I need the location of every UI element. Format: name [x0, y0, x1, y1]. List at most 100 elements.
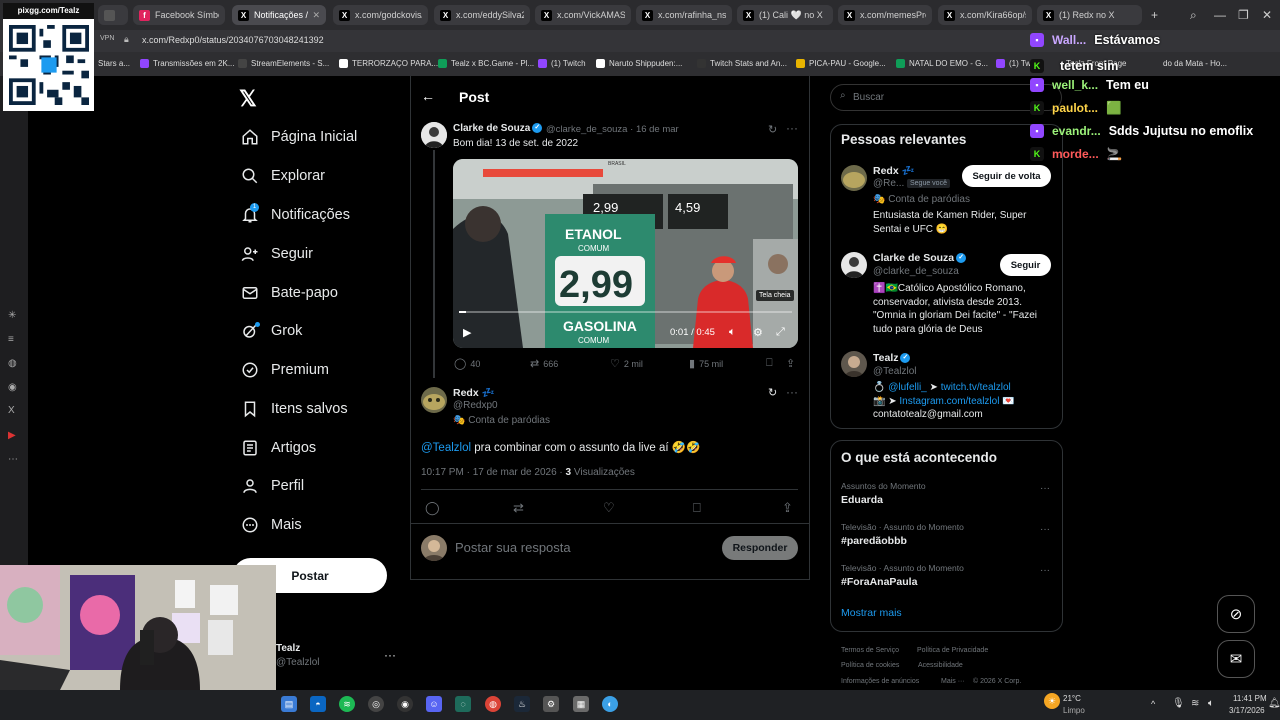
- trend-more-icon[interactable]: ···: [1040, 483, 1050, 494]
- video-progress-bar[interactable]: [459, 311, 792, 313]
- outlook-icon[interactable]: ◓: [310, 696, 326, 712]
- browser-tab[interactable]: Xx.com/rafinha_nsl/st: [636, 5, 732, 25]
- bookmark-item[interactable]: StreamElements - S...: [238, 59, 329, 68]
- twitch-link[interactable]: twitch.tv/tealzlol: [941, 382, 1011, 393]
- account-name[interactable]: Tealz: [276, 643, 300, 654]
- nav-articles[interactable]: Artigos: [240, 433, 316, 463]
- browser-tab[interactable]: Xx.com/eddySilva223: [434, 5, 530, 25]
- nav-follow[interactable]: Seguir: [240, 239, 313, 269]
- settings-gear-icon[interactable]: ⚙: [543, 696, 559, 712]
- bookmark-item[interactable]: Stars a...: [98, 59, 130, 68]
- obs-icon[interactable]: ◉: [397, 696, 413, 712]
- person-handle[interactable]: @Tealzlol: [873, 366, 917, 377]
- mention-link[interactable]: @lufelli_: [888, 382, 927, 393]
- bookmark-item[interactable]: NATAL DO EMO - G...: [896, 59, 988, 68]
- spotify-icon[interactable]: ≋: [339, 696, 355, 712]
- app-icon[interactable]: ◎: [368, 696, 384, 712]
- like-action[interactable]: ♡ 2 mil: [610, 357, 643, 370]
- person-handle[interactable]: @Re...: [873, 178, 904, 189]
- footer-link[interactable]: Acessibilidade: [918, 662, 963, 669]
- reply-input[interactable]: Postar sua resposta: [455, 540, 571, 555]
- avatar[interactable]: [421, 387, 447, 413]
- bookmark-item[interactable]: Transmissões em 2K...: [140, 59, 235, 68]
- trend-title[interactable]: #paredãobbb: [841, 535, 907, 547]
- volume-icon[interactable]: 🔈︎: [729, 326, 736, 339]
- nav-premium[interactable]: Premium: [240, 355, 329, 385]
- instagram-link[interactable]: Instagram.com/tealzlol: [899, 396, 999, 407]
- follow-button[interactable]: Seguir: [1000, 254, 1051, 276]
- nav-bookmarks[interactable]: Itens salvos: [240, 394, 348, 424]
- speaker-icon[interactable]: 🔈︎: [1208, 698, 1214, 709]
- ai-icon[interactable]: ✳: [8, 310, 16, 321]
- avatar[interactable]: [841, 165, 867, 191]
- account-handle[interactable]: @Tealzlol: [276, 657, 320, 668]
- follow-back-button[interactable]: Seguir de volta: [962, 165, 1051, 187]
- fullscreen-icon[interactable]: ⤢: [776, 326, 785, 339]
- app-icon[interactable]: ◌: [455, 696, 471, 712]
- post-author-name[interactable]: Clarke de Souza ✓: [453, 123, 543, 134]
- footer-link[interactable]: Política de Privacidade: [917, 647, 988, 654]
- weather-temp[interactable]: 21°C: [1063, 694, 1081, 703]
- close-window-icon[interactable]: ✕: [1262, 8, 1272, 22]
- nav-explore[interactable]: Explorar: [240, 161, 325, 191]
- show-more-link[interactable]: Mostrar mais: [841, 607, 902, 619]
- browser-tab[interactable]: Xx.com/Kira66op/sta: [938, 5, 1032, 25]
- clock-time[interactable]: 11:41 PM: [1233, 694, 1267, 703]
- reply-author-name[interactable]: Redx 💤: [453, 386, 495, 399]
- browser-tab[interactable]: Xx.com/VickAMASSA: [535, 5, 631, 25]
- maximize-icon[interactable]: ❐: [1238, 8, 1249, 22]
- post-date[interactable]: 16 de mar: [636, 124, 679, 135]
- bookmark-item[interactable]: Tealz x BC.Game - Pl...: [438, 59, 534, 68]
- browser-tab[interactable]: fFacebook Símbolos: [133, 5, 225, 25]
- bookmark-action[interactable]: ⎕: [766, 357, 777, 370]
- footer-link[interactable]: Mais ···: [941, 678, 965, 685]
- settings-gear-icon[interactable]: ⚙: [753, 326, 763, 339]
- browser-tab[interactable]: Xx.com/godckovis/sta: [333, 5, 428, 25]
- bookmark-item[interactable]: TERRORZAÇO PARA...: [339, 59, 438, 68]
- trend-more-icon[interactable]: ···: [1040, 565, 1050, 576]
- tray-chevron-icon[interactable]: ^: [1151, 699, 1155, 709]
- nav-profile[interactable]: Perfil: [240, 471, 304, 501]
- mention-link[interactable]: @Tealzlol: [421, 442, 471, 454]
- footer-link[interactable]: Política de cookies: [841, 662, 899, 669]
- new-tab-icon[interactable]: +: [1151, 8, 1158, 22]
- whatsapp-icon[interactable]: ◉: [8, 382, 17, 393]
- post-more-icon[interactable]: ···: [786, 121, 798, 135]
- weather-icon[interactable]: ☀: [1044, 693, 1060, 709]
- youtube-icon[interactable]: ▶: [8, 430, 16, 441]
- avatar[interactable]: [841, 252, 867, 278]
- browser-tab[interactable]: Xx.com/memesProTe: [838, 5, 932, 25]
- browser-tab[interactable]: [98, 5, 128, 25]
- post-author-handle[interactable]: @clarke_de_souza: [546, 124, 627, 135]
- minimize-icon[interactable]: —: [1214, 8, 1226, 22]
- explorer-icon[interactable]: ▤: [281, 696, 297, 712]
- search-tabs-icon[interactable]: ⌕: [1190, 8, 1197, 23]
- search-input[interactable]: Buscar: [853, 92, 884, 103]
- grok-explain-icon[interactable]: ↻: [768, 386, 777, 399]
- views-action[interactable]: ▮ 75 mil: [689, 357, 723, 370]
- menu-icon[interactable]: ≡: [8, 334, 14, 345]
- repost-action[interactable]: ⇄ 666: [530, 357, 558, 370]
- trend-title[interactable]: #ForaAnaPaula: [841, 576, 917, 588]
- footer-link[interactable]: Termos de Serviço: [841, 647, 899, 654]
- browser-tab[interactable]: X (1) Cali 🤍 no X: [737, 5, 833, 25]
- account-more-icon[interactable]: ···: [384, 648, 396, 662]
- share-icon[interactable]: ⇪: [782, 500, 793, 516]
- messenger-icon[interactable]: ◍: [8, 358, 17, 369]
- bookmark-item[interactable]: (1) Twitch: [538, 59, 586, 68]
- nav-chat[interactable]: Bate-papo: [240, 278, 338, 308]
- avatar[interactable]: [421, 122, 447, 148]
- grok-float-icon[interactable]: ⊘: [1217, 595, 1255, 633]
- x-logo-icon[interactable]: 𝕏: [239, 86, 257, 112]
- nav-home[interactable]: Página Inicial: [240, 122, 357, 152]
- url-field[interactable]: x.com/Redxp0/status/2034076703048241392: [142, 35, 324, 45]
- heart-icon[interactable]: ♡: [603, 500, 615, 516]
- chrome-icon[interactable]: ◍: [485, 696, 501, 712]
- vpn-badge[interactable]: VPN: [100, 35, 114, 42]
- bookmark-item[interactable]: do da Mata - Ho...: [1163, 59, 1227, 68]
- x-icon[interactable]: X: [8, 405, 15, 416]
- video-player[interactable]: 2,99 4,59 ETANOL COMUM 2,99 GASOLINA COM…: [453, 159, 798, 348]
- share-action[interactable]: ⇪: [786, 357, 799, 370]
- lock-icon[interactable]: 🔒︎: [124, 34, 129, 45]
- steam-icon[interactable]: ♨: [514, 696, 530, 712]
